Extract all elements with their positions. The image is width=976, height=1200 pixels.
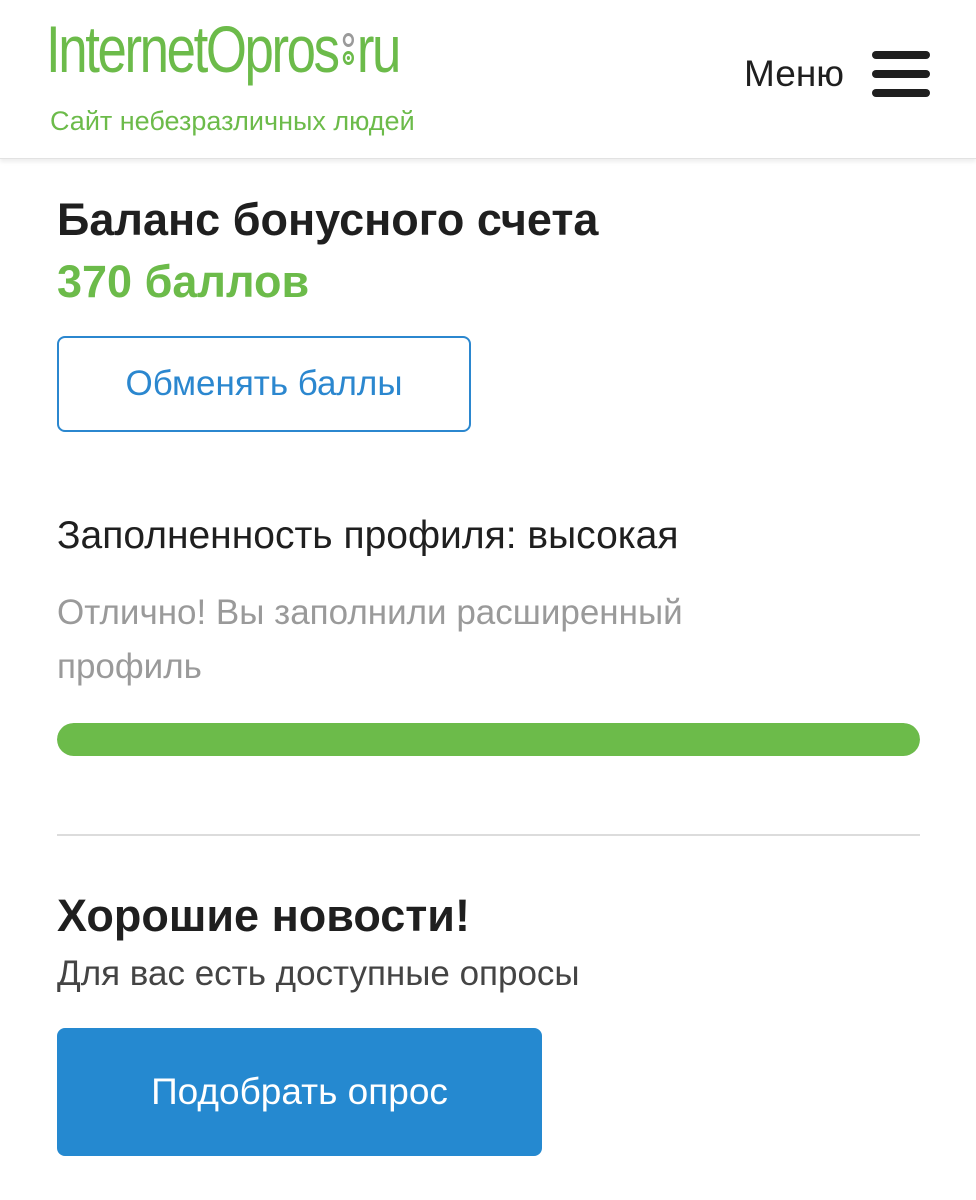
pick-survey-button[interactable]: Подобрать опрос xyxy=(57,1028,542,1156)
profile-progress-bar xyxy=(57,723,920,756)
balance-title: Баланс бонусного счета xyxy=(57,194,599,245)
logo-text-domain: ru xyxy=(356,12,402,86)
logo-text-main: InternetOpros xyxy=(46,12,340,86)
logo-dots-icon xyxy=(342,21,354,77)
menu-label: Меню xyxy=(744,53,844,94)
balance-value: 370 баллов xyxy=(57,256,310,307)
news-title: Хорошие новости! xyxy=(57,890,470,941)
menu-button[interactable]: Меню xyxy=(744,44,930,104)
profile-completeness-note: Отлично! Вы заполнили расширенный профил… xyxy=(57,593,683,686)
news-subtitle: Для вас есть доступные опросы xyxy=(57,954,580,993)
site-logo[interactable]: InternetOpros ru xyxy=(46,12,402,86)
hamburger-icon[interactable] xyxy=(872,51,930,97)
section-divider xyxy=(57,834,920,836)
site-header: InternetOpros ru Сайт небезразличных люд… xyxy=(0,0,976,159)
profile-completeness-title: Заполненность профиля: высокая xyxy=(57,514,679,557)
exchange-points-button[interactable]: Обменять баллы xyxy=(57,336,471,432)
profile-progress-fill xyxy=(57,723,920,756)
site-tagline: Сайт небезразличных людей xyxy=(50,106,415,136)
